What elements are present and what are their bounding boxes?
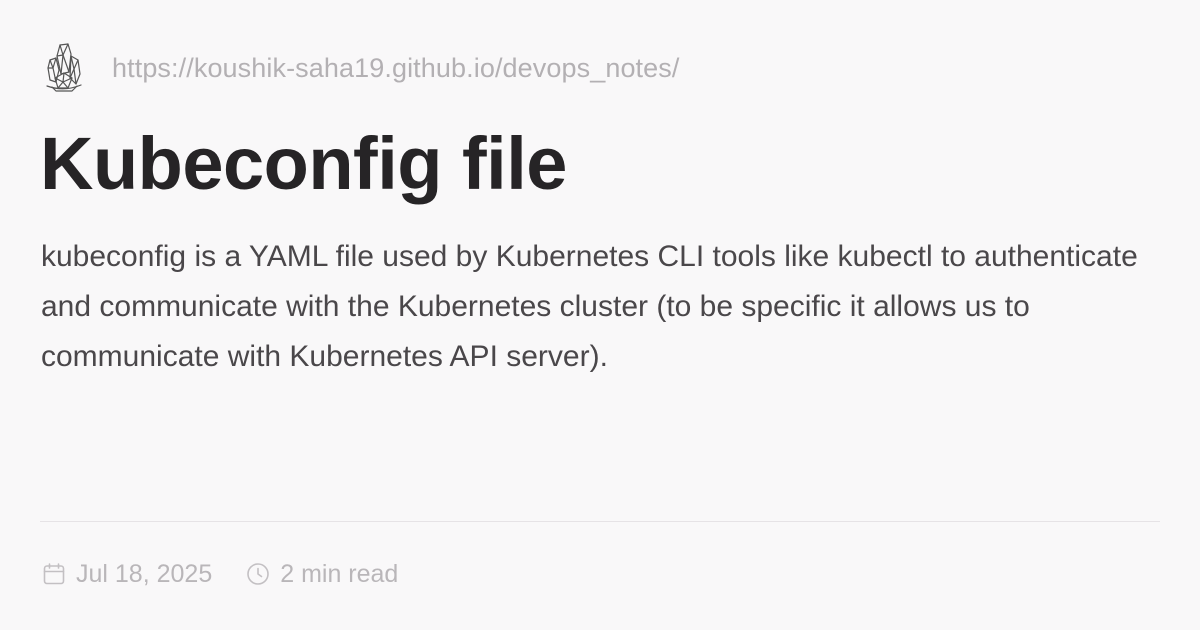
social-preview-card: https://koushik-saha19.github.io/devops_… <box>0 0 1200 630</box>
read-time: 2 min read <box>280 559 399 588</box>
page-description: kubeconfig is a YAML file used by Kubern… <box>41 240 1138 373</box>
calendar-icon <box>42 562 66 586</box>
article-meta: Jul 18, 2025 2 min read <box>42 556 398 592</box>
site-url[interactable]: https://koushik-saha19.github.io/devops_… <box>112 53 679 84</box>
publish-date: Jul 18, 2025 <box>76 559 213 588</box>
page-title: Kubeconfig file <box>40 122 567 205</box>
site-header: https://koushik-saha19.github.io/devops_… <box>44 42 679 94</box>
divider <box>40 521 1160 522</box>
crystal-logo-icon <box>44 42 84 94</box>
clock-icon <box>246 562 270 586</box>
